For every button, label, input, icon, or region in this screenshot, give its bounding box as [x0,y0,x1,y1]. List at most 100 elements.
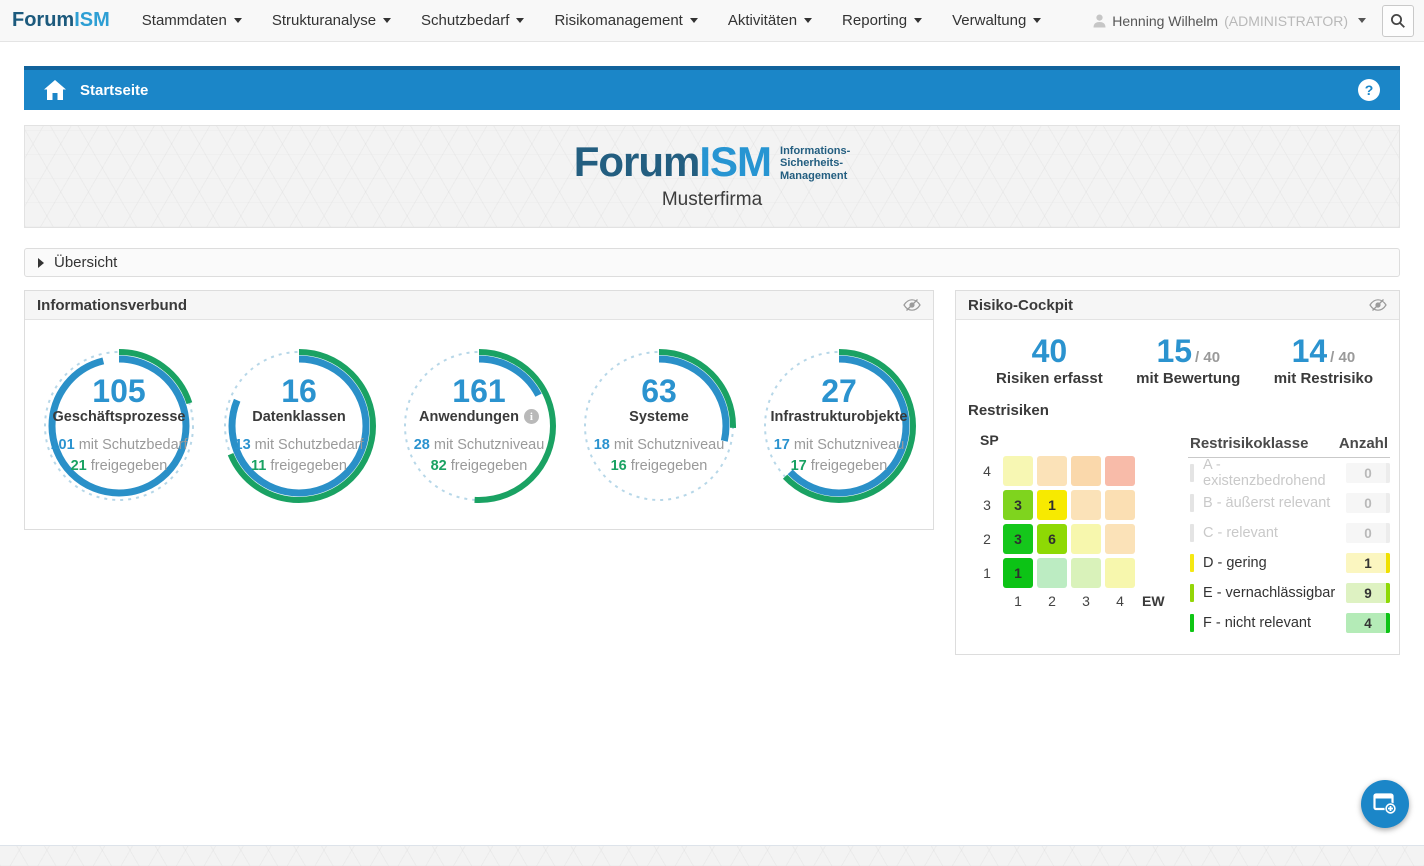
widget-line1: 28 mit Schutzniveau [414,435,545,456]
widget-line2-text: freigegeben [87,458,168,474]
legend-count-badge: 0 [1346,463,1390,483]
banner-brand-part2: ISM [699,138,771,185]
risk-stat: 15/ 40mit Bewertung [1136,334,1240,387]
widget-label: Infrastrukturobjekte [771,409,908,425]
widget-line2: 11 freigegeben [235,456,364,477]
legend-row: F - nicht relevant4 [1188,608,1390,638]
matrix-cell: 3 [1003,490,1033,520]
search-button[interactable] [1382,5,1414,37]
widget-line1-text: mit Schutzbedarf [75,437,188,453]
widget-text: 161Anwendungeni28 mit Schutzniveau82 fre… [414,375,545,477]
widget-line1-value: 13 [235,437,251,453]
nav-item-stammdaten[interactable]: Stammdaten [142,12,242,29]
stat-number-row: 40 [996,334,1103,369]
add-entry-fab[interactable] [1361,780,1409,828]
main-menu: Stammdaten Strukturanalyse Schutzbedarf Ris… [142,12,1042,29]
legend-count-badge: 0 [1346,493,1390,513]
legend-class-label: B - äußerst relevant [1203,495,1346,511]
hide-panel-button[interactable] [1369,298,1387,312]
matrix-cell: 3 [1003,524,1033,554]
widget-line2-text: freigegeben [266,458,347,474]
matrix-cell [1037,558,1067,588]
legend-color-bar [1190,494,1194,512]
matrix-row-label: 3 [978,497,996,513]
chevron-down-icon [690,18,698,23]
legend-color-bar [1190,614,1194,632]
matrix-col-label: 1 [1003,593,1033,609]
user-name: Henning Wilhelm [1112,13,1218,29]
matrix-column-labels: 1234EW [978,593,1174,609]
widget-text: 63Systeme18 mit Schutzniveau16 freigegeb… [594,375,725,477]
nav-item-risikomanagement[interactable]: Risikomanagement [554,12,697,29]
widget-line1-value: 101 [50,437,74,453]
matrix-cell [1071,490,1101,520]
app-logo[interactable]: ForumISM [12,9,110,32]
legend-class-label: E - vernachlässigbar [1203,585,1346,601]
widget-label: Datenklassen [235,409,364,425]
matrix-row: 4 [978,456,1174,486]
matrix-cell [1071,558,1101,588]
widget-line1-text: mit Schutzniveau [430,437,544,453]
legend-class-label: C - relevant [1203,525,1346,541]
breadcrumb-bar: Startseite ? [24,66,1400,110]
nav-item-schutzbedarf[interactable]: Schutzbedarf [421,12,524,29]
nav-item-reporting[interactable]: Reporting [842,12,922,29]
hide-panel-button[interactable] [903,298,921,312]
risk-matrix: SP 433123611 1234EW [978,419,1174,638]
restrisiken-heading: Restrisiken [956,387,1399,419]
widget-line1: 18 mit Schutzniveau [594,435,725,456]
widget-datenklassen[interactable]: 16Datenklassen13 mit Schutzbedarf11 frei… [209,336,389,516]
widget-geschäftsprozesse[interactable]: 105Geschäftsprozesse 101 mit Schutzbedarf… [29,336,209,516]
widget-line2: 21 freigegeben [50,456,187,477]
home-icon[interactable] [44,80,66,100]
user-icon [1093,14,1106,28]
info-icon[interactable]: i [524,409,539,424]
overview-accordion[interactable]: Übersicht [24,248,1400,277]
chevron-right-icon [38,258,44,268]
eye-slash-icon [1369,298,1387,312]
risiko-cockpit-panel: Risiko-Cockpit 40Risiken erfasst15/ 40mi… [955,290,1400,655]
nav-item-label: Aktivitäten [728,12,797,29]
widget-value: 105 [50,375,187,409]
widget-line1: 101 mit Schutzbedarf [50,435,187,456]
legend-col-class: Restrisikoklasse [1190,435,1308,452]
widget-line2-value: 16 [611,458,627,474]
search-icon [1390,13,1406,29]
legend-row: B - äußerst relevant0 [1188,488,1390,518]
widget-label-text: Systeme [629,409,689,425]
top-navigation-bar: ForumISM Stammdaten Strukturanalyse Schutz… [0,0,1424,42]
widget-line1: 17 mit Schutzniveau [771,435,908,456]
matrix-cell [1003,456,1033,486]
stat-label: mit Bewertung [1136,370,1240,387]
legend-col-count: Anzahl [1339,435,1388,452]
widget-line1-text: mit Schutzniveau [610,437,724,453]
widget-line2: 82 freigegeben [414,456,545,477]
widget-systeme[interactable]: 63Systeme18 mit Schutzniveau16 freigegeb… [569,336,749,516]
widget-label-text: Geschäftsprozesse [53,409,186,425]
nav-item-verwaltung[interactable]: Verwaltung [952,12,1041,29]
tagline-line-3: Management [780,170,850,183]
widget-value: 161 [414,375,545,409]
nav-item-strukturanalyse[interactable]: Strukturanalyse [272,12,391,29]
restrisiko-legend: Restrisikoklasse Anzahl A - existenzbedr… [1188,435,1390,638]
matrix-cell [1037,456,1067,486]
legend-count-edge [1386,613,1390,633]
widget-line1-value: 17 [774,437,790,453]
matrix-cell [1071,524,1101,554]
nav-item-aktivitaeten[interactable]: Aktivitäten [728,12,812,29]
chevron-down-icon [234,18,242,23]
legend-count-edge [1386,523,1390,543]
widget-text: 105Geschäftsprozesse 101 mit Schutzbedarf… [50,375,187,477]
help-button[interactable]: ? [1358,79,1380,101]
legend-color-bar [1190,464,1194,482]
risk-stats: 40Risiken erfasst15/ 40mit Bewertung14/ … [956,320,1399,387]
infoverbund-header: Informationsverbund [25,291,933,320]
widget-infrastrukturobjekte[interactable]: 27Infrastrukturobjekte17 mit Schutznivea… [749,336,929,516]
legend-row: C - relevant0 [1188,518,1390,548]
widget-text: 27Infrastrukturobjekte17 mit Schutznivea… [771,375,908,477]
widget-label: Geschäftsprozesse [50,409,187,425]
legend-class-label: A - existenzbedrohend [1203,457,1346,489]
company-banner: ForumISM Informations- Sicherheits- Mana… [24,125,1400,228]
user-menu[interactable]: Henning Wilhelm (ADMINISTRATOR) [1093,13,1366,29]
widget-anwendungen[interactable]: 161Anwendungeni28 mit Schutzniveau82 fre… [389,336,569,516]
